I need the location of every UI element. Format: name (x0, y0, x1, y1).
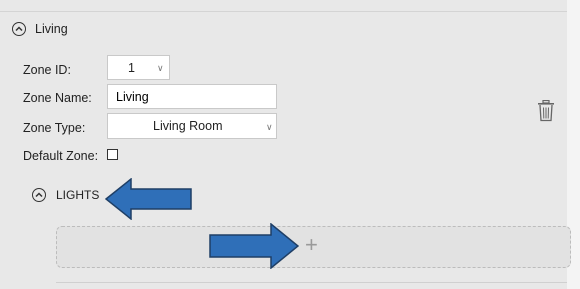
trash-icon[interactable] (537, 99, 555, 125)
zone-id-value: 1 (128, 60, 135, 75)
zone-id-select[interactable]: 1 ∨ (107, 55, 170, 80)
lights-section-header[interactable]: LIGHTS (32, 188, 99, 202)
zone-section-header[interactable]: Living (12, 22, 68, 36)
bottom-divider (56, 282, 567, 283)
default-zone-label: Default Zone: (23, 149, 99, 163)
top-divider (0, 11, 567, 12)
default-zone-checkbox[interactable] (107, 149, 118, 160)
zone-name-input[interactable] (107, 84, 277, 109)
zone-type-label: Zone Type: (23, 121, 86, 135)
zone-name-label: Zone Name: (23, 91, 92, 105)
zone-header-label: Living (35, 22, 68, 36)
arrow-left-annotation (105, 178, 192, 220)
add-light-plus-icon[interactable]: + (305, 234, 318, 256)
zone-type-select[interactable]: Living Room ∨ (107, 113, 277, 139)
chevron-up-circle-icon[interactable] (12, 22, 26, 36)
zone-type-value: Living Room (153, 119, 223, 133)
chevron-down-icon: ∨ (157, 63, 164, 73)
chevron-down-icon: ∨ (266, 122, 273, 132)
arrow-right-annotation (209, 223, 299, 269)
zone-id-label: Zone ID: (23, 63, 71, 77)
lights-header-label: LIGHTS (56, 188, 100, 202)
chevron-up-circle-icon[interactable] (32, 188, 46, 202)
